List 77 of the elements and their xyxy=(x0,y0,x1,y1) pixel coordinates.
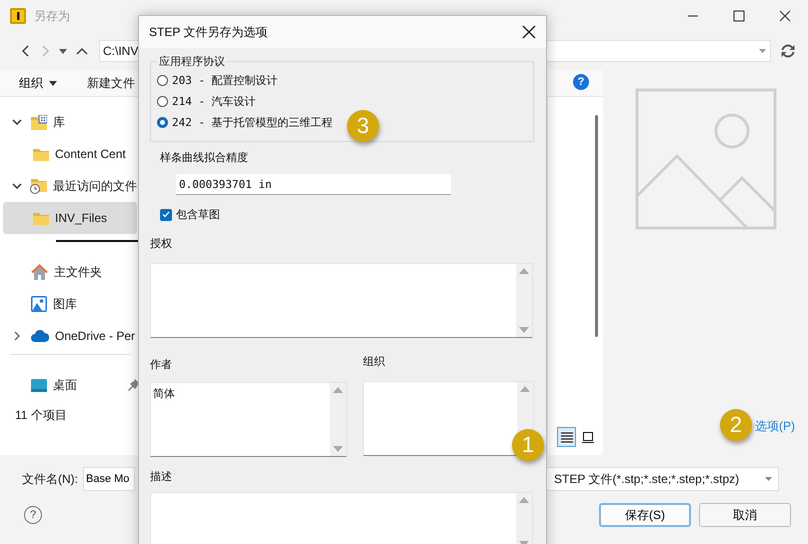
chevron-down-icon[interactable] xyxy=(12,119,22,125)
check-icon xyxy=(162,211,170,218)
nav-item[interactable]: 桌面 xyxy=(3,369,137,401)
screen-icon xyxy=(582,432,594,442)
options-link[interactable]: 选项(P) xyxy=(755,418,795,435)
close-icon[interactable] xyxy=(779,10,791,22)
app-icon xyxy=(10,8,26,24)
nav-label: INV_Files xyxy=(55,211,108,225)
nav-label: 库 xyxy=(53,114,65,130)
group-legend: 应用程序协议 xyxy=(157,54,227,69)
file-name-field[interactable]: Base Mo xyxy=(83,467,135,491)
folder-icon xyxy=(33,211,49,225)
nav-item[interactable]: 库 xyxy=(3,106,137,138)
step-marker: 1 xyxy=(512,429,544,461)
chevron-right-icon[interactable] xyxy=(14,331,20,341)
save-button[interactable]: 保存(S) xyxy=(599,503,691,527)
file-type-dropdown[interactable]: STEP 文件(*.stp;*.ste;*.step;*.stpz) xyxy=(545,467,779,491)
nav-item[interactable]: 最近访问的文件 xyxy=(3,170,137,202)
help-icon[interactable]: ? xyxy=(24,506,42,524)
cancel-button[interactable]: 取消 xyxy=(699,503,791,527)
nav-item[interactable]: OneDrive - Per xyxy=(3,320,137,352)
nav-label: 主文件夹 xyxy=(54,264,102,280)
radio-label: 203 - 配置控制设计 xyxy=(172,73,278,88)
dropdown-icon[interactable] xyxy=(59,48,67,54)
nav-label: 图库 xyxy=(53,296,77,312)
recent-folder-icon xyxy=(30,178,47,194)
dialog-title: STEP 文件另存为选项 xyxy=(149,24,268,40)
nav-item[interactable]: INV_Files xyxy=(3,202,137,234)
image-placeholder-icon xyxy=(634,88,776,230)
folder-icon xyxy=(33,147,49,161)
help-icon[interactable]: ? xyxy=(573,74,589,90)
field-text: 简体 xyxy=(152,387,176,402)
nav-item[interactable]: Content Cent xyxy=(3,138,137,170)
up-icon[interactable] xyxy=(76,47,88,55)
nav-item[interactable]: 主文件夹 xyxy=(3,256,137,288)
chevron-down-icon[interactable] xyxy=(12,183,22,189)
step-marker: 2 xyxy=(720,409,752,441)
precision-field[interactable]: 0.000393701 in xyxy=(176,174,451,195)
radio-label: 242 - 基于托管模型的三维工程 xyxy=(172,115,333,130)
file-type-text: STEP 文件(*.stp;*.ste;*.step;*.stpz) xyxy=(554,470,740,488)
status-text: 11 个项目 xyxy=(15,407,68,424)
new-folder-button[interactable]: 新建文件 xyxy=(87,74,135,92)
address-text: C:\INV xyxy=(103,44,138,58)
dropdown-icon[interactable] xyxy=(759,49,766,53)
nav-label: Content Cent xyxy=(55,147,126,161)
nav-label: OneDrive - Per xyxy=(55,329,136,343)
gallery-icon xyxy=(31,296,47,312)
dropdown-icon xyxy=(49,80,57,86)
field-label: 授权 xyxy=(150,237,173,251)
field-label: 描述 xyxy=(150,470,173,484)
list-icon xyxy=(560,432,572,442)
back-icon[interactable] xyxy=(21,45,31,57)
radio-button[interactable] xyxy=(157,96,168,107)
field-label: 作者 xyxy=(150,358,173,372)
nav-item[interactable]: 图库 xyxy=(3,288,137,320)
desktop-icon xyxy=(31,378,47,392)
nav-label: 最近访问的文件 xyxy=(53,178,137,194)
step-marker: 3 xyxy=(347,110,379,142)
window-title: 另存为 xyxy=(34,8,71,24)
cloud-icon xyxy=(31,330,49,342)
radio-button[interactable] xyxy=(157,117,168,128)
close-icon[interactable] xyxy=(522,25,536,39)
file-name-label: 文件名(N): xyxy=(22,470,78,488)
checkbox-label: 包含草图 xyxy=(176,208,220,222)
radio-button[interactable] xyxy=(157,75,168,86)
dropdown-icon xyxy=(765,477,772,481)
details-view-button[interactable] xyxy=(557,427,576,447)
field-label: 组织 xyxy=(363,355,386,369)
organize-menu[interactable]: 组织 xyxy=(19,74,57,92)
field-label: 样条曲线拟合精度 xyxy=(160,150,249,165)
radio-label: 214 - 汽车设计 xyxy=(172,94,256,109)
checkbox[interactable] xyxy=(160,208,172,220)
maximize-icon[interactable] xyxy=(733,10,745,22)
nav-label: 桌面 xyxy=(53,376,77,394)
home-icon xyxy=(31,264,48,280)
refresh-icon[interactable] xyxy=(780,43,796,59)
library-icon xyxy=(31,114,47,130)
